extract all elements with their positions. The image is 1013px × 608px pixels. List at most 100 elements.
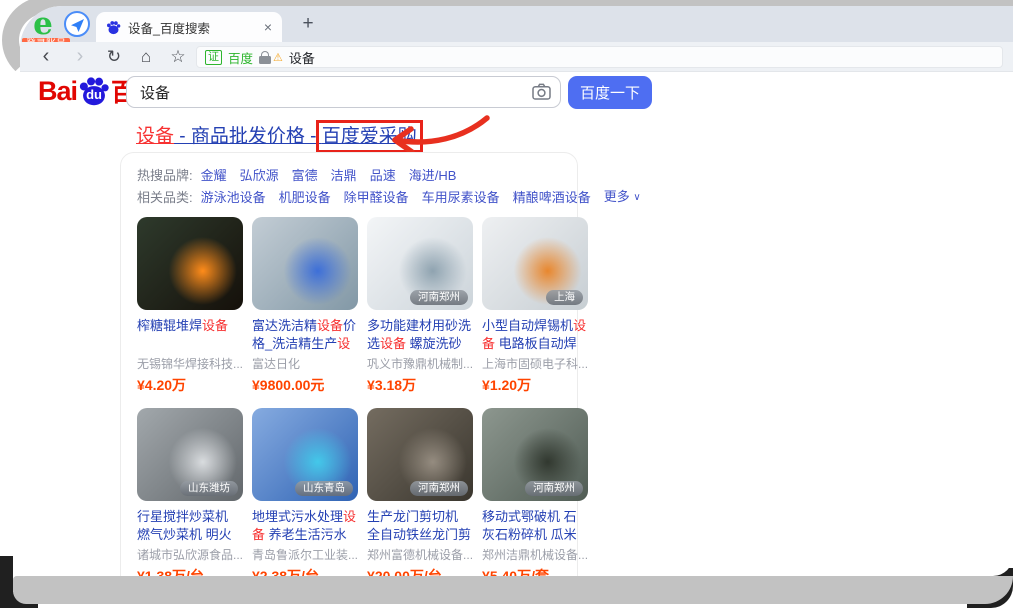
category-link[interactable]: 精酿啤酒设备 [513,190,591,205]
bookmark-star-icon[interactable]: ☆ [166,42,190,72]
send-plane-icon[interactable] [64,11,90,37]
location-badge: 河南郑州 [525,481,583,496]
plane-glyph [71,19,84,32]
new-tab-button[interactable]: + [296,10,320,38]
product-image[interactable] [252,217,358,310]
hot-brand-link[interactable]: 富德 [292,168,318,183]
product-card[interactable]: 榨糖辊堆焊设备 无锡锦华焊接科技... ¥4.20万 [137,217,243,395]
product-seller: 无锡锦华焊接科技... [137,355,243,372]
product-price: ¥3.18万 [367,375,473,395]
product-image[interactable]: 山东潍坊 [137,408,243,501]
product-image[interactable]: 山东青岛 [252,408,358,501]
product-card[interactable]: 河南郑州 多功能建材用砂洗选设备 螺旋洗砂机... 巩义市豫鼎机械制... ¥3… [367,217,473,395]
categories-label: 相关品类: [137,187,193,208]
product-title[interactable]: 地埋式污水处理设备 养老生活污水处... [252,508,358,544]
result-title-segment[interactable]: 设备 [136,126,174,147]
product-card[interactable]: 河南郑州 移动式鄂破机 石灰石粉碎机 瓜米石... 郑州洁鼎机械设备... ¥5… [482,408,588,576]
tab-baidu-search[interactable]: 设备_百度搜索 × [96,12,282,42]
hot-brand-link[interactable]: 海进/HB [409,168,457,183]
category-link[interactable]: 除甲醛设备 [344,190,409,205]
product-grid: 榨糖辊堆焊设备 无锡锦华焊接科技... ¥4.20万 富达洗洁精设备价格_洗洁精… [137,217,561,576]
location-badge: 上海 [546,290,583,305]
search-button[interactable]: 百度一下 [568,76,652,109]
tab-close-icon[interactable]: × [264,19,272,35]
product-card[interactable]: 山东潍坊 行星搅拌炒菜机 燃气炒菜机 明火爆... 诸城市弘欣源食品... ¥1… [137,408,243,576]
frame-gray-bottom [13,576,1013,604]
product-price: ¥1.38万/台 [137,566,243,576]
product-title[interactable]: 富达洗洁精设备价格_洗洁精生产设备... [252,317,358,353]
product-image[interactable]: 河南郑州 [482,408,588,501]
tab-bar: e 设备_百度搜索 × + [20,6,1013,42]
product-price: ¥9800.00元 [252,375,358,395]
search-input[interactable] [126,76,561,108]
product-price: ¥2.38万/台 [252,566,358,576]
categories-list: 游泳池设备机肥设备除甲醛设备车用尿素设备精酿啤酒设备 [201,187,604,208]
baidu-paw-icon: du [78,74,110,108]
browser-window: e 设备_百度搜索 × + 登录账号 ‹ › ↻ ⌂ ☆ 证 百度 ⚠ 设备 [20,6,1013,576]
back-icon[interactable]: ‹ [34,42,58,72]
browser-toolbar: ‹ › ↻ ⌂ ☆ 证 百度 ⚠ 设备 [20,42,1013,72]
tab-title: 设备_百度搜索 [128,18,264,37]
product-image[interactable]: 河南郑州 [367,217,473,310]
location-badge: 山东潍坊 [180,481,238,496]
highlighted-keyword: 设备 [380,336,406,351]
hot-brand-link[interactable]: 金耀 [201,168,227,183]
category-link[interactable]: 车用尿素设备 [422,190,500,205]
baidu-paw-favicon [106,20,121,35]
home-icon[interactable]: ⌂ [134,42,158,72]
product-seller: 富达日化 [252,355,358,372]
product-title[interactable]: 榨糖辊堆焊设备 [137,317,243,353]
url-text: 设备 [289,48,315,67]
result-title-segment[interactable]: - 商品批发价格 - [174,126,322,147]
product-card[interactable]: 河南郑州 生产龙门剪切机 全自动铁丝龙门剪 ... 郑州富德机械设备... ¥2… [367,408,473,576]
product-seller: 青岛鲁派尔工业装... [252,546,358,563]
product-image[interactable] [137,217,243,310]
product-image[interactable]: 上海 [482,217,588,310]
result-title-boxed-segment[interactable]: 百度爱采购 [322,126,417,147]
hot-brands-label: 热搜品牌: [137,165,193,186]
product-card[interactable]: 山东青岛 地埋式污水处理设备 养老生活污水处... 青岛鲁派尔工业装... ¥2… [252,408,358,576]
screenshot-stage: e 设备_百度搜索 × + 登录账号 ‹ › ↻ ⌂ ☆ 证 百度 ⚠ 设备 [0,0,1013,608]
product-card[interactable]: 上海 小型自动焊锡机设备 电路板自动焊锡... 上海市固硕电子科... ¥1.2… [482,217,588,395]
product-seller: 巩义市豫鼎机械制... [367,355,473,372]
product-seller: 郑州洁鼎机械设备... [482,546,588,563]
product-title[interactable]: 生产龙门剪切机 全自动铁丝龙门剪 ... [367,508,473,544]
forward-icon[interactable]: › [68,42,92,72]
location-badge: 山东青岛 [295,481,353,496]
chevron-down-icon: ∨ [633,192,640,203]
product-image[interactable]: 河南郑州 [367,408,473,501]
baidu-logo-bai: Bai [38,76,77,107]
warning-icon: ⚠ [273,51,283,64]
categories-row: 相关品类: 游泳池设备机肥设备除甲醛设备车用尿素设备精酿啤酒设备 更多 ∨ [137,186,561,209]
category-link[interactable]: 机肥设备 [279,190,331,205]
address-bar[interactable]: 证 百度 ⚠ 设备 [196,46,1003,68]
baidu-logo-du: du [78,87,110,102]
product-title[interactable]: 多功能建材用砂洗选设备 螺旋洗砂机... [367,317,473,353]
highlighted-keyword: 设备 [202,318,228,333]
product-title[interactable]: 小型自动焊锡机设备 电路板自动焊锡... [482,317,588,353]
product-seller: 郑州富德机械设备... [367,546,473,563]
highlighted-keyword: 设备 [317,318,343,333]
product-title[interactable]: 行星搅拌炒菜机 燃气炒菜机 明火爆... [137,508,243,544]
hot-brand-link[interactable]: 弘欣源 [240,168,279,183]
result-title: 设备 - 商品批发价格 - 百度爱采购 [136,124,417,150]
aicaigou-results-card: 热搜品牌: 金耀弘欣源富德洁鼎品速海进/HB 相关品类: 游泳池设备机肥设备除甲… [120,152,578,576]
hot-brand-link[interactable]: 洁鼎 [331,168,357,183]
product-seller: 上海市固硕电子科... [482,355,588,372]
hot-brands-list: 金耀弘欣源富德洁鼎品速海进/HB [201,165,470,186]
browser-app-icon[interactable]: e [28,9,58,39]
product-card[interactable]: 富达洗洁精设备价格_洗洁精生产设备... 富达日化 ¥9800.00元 [252,217,358,395]
product-price: ¥20.00万/台 [367,566,473,576]
hot-brands-row: 热搜品牌: 金耀弘欣源富德洁鼎品速海进/HB [137,165,561,186]
camera-icon[interactable] [532,83,551,100]
product-price: ¥5.40万/套 [482,566,588,576]
location-badge: 河南郑州 [410,481,468,496]
category-link[interactable]: 游泳池设备 [201,190,266,205]
product-title[interactable]: 移动式鄂破机 石灰石粉碎机 瓜米石... [482,508,588,544]
site-name-label: 百度 [228,48,253,67]
location-badge: 河南郑州 [410,290,468,305]
hot-brand-link[interactable]: 品速 [370,168,396,183]
product-price: ¥4.20万 [137,375,243,395]
refresh-icon[interactable]: ↻ [102,42,126,72]
more-dropdown[interactable]: 更多 ∨ [604,186,641,209]
